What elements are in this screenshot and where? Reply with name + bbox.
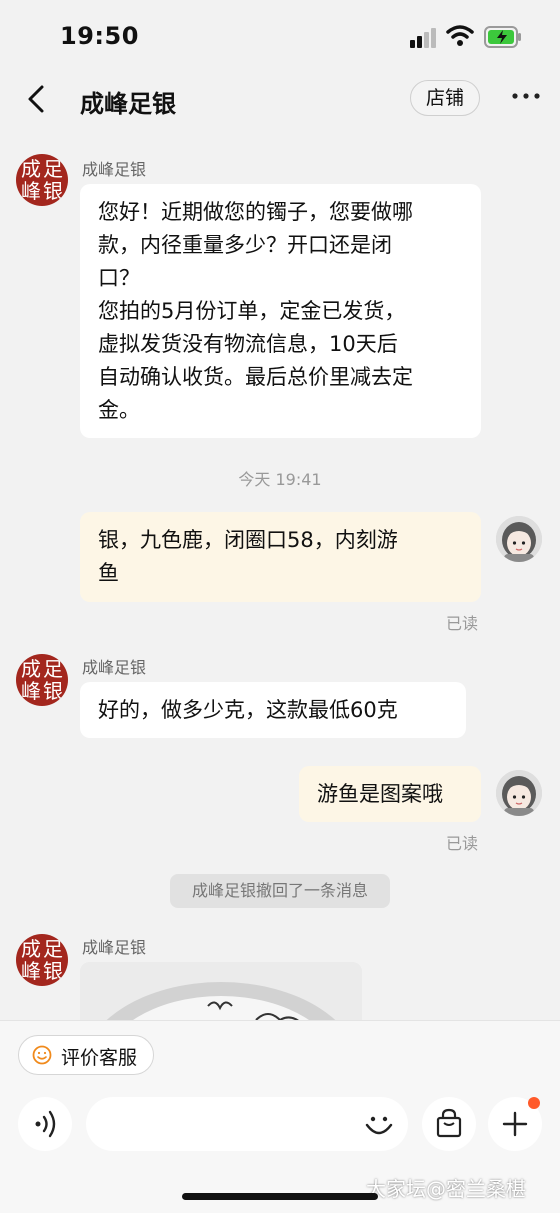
my-message-bubble[interactable]: 游鱼是图案哦 — [299, 766, 481, 822]
watermark: 大家坛@密兰桑椹 — [366, 1177, 526, 1201]
message-input[interactable] — [86, 1097, 408, 1151]
emoji-icon[interactable] — [362, 1107, 396, 1141]
bottom-bar: 评价客服 大家坛@密兰桑椹 — [0, 1020, 560, 1213]
shop-avatar[interactable]: 成 足 峰 银 — [16, 654, 68, 706]
shopping-bag-button[interactable] — [422, 1097, 476, 1151]
voice-button[interactable] — [18, 1097, 72, 1151]
message-line: 金。 — [98, 398, 140, 422]
smile-icon — [32, 1045, 52, 1065]
message-bubble[interactable]: 您好！近期做您的镯子，您要做哪 款，内径重量多少？开口还是闭 口？ 您拍的5月份… — [80, 184, 481, 438]
message-line: 口？ — [98, 266, 140, 290]
wifi-icon — [446, 25, 474, 46]
back-icon[interactable] — [22, 82, 50, 116]
nav-bar: 成峰足银 店铺 — [0, 70, 560, 130]
message-line: 鱼 — [98, 561, 119, 585]
timestamp: 今天 19:41 — [238, 470, 322, 489]
voice-icon — [35, 1110, 56, 1138]
message-line: 自动确认收货。最后总价里减去定 — [98, 365, 413, 389]
store-button[interactable]: 店铺 — [410, 80, 480, 116]
message-line: 您好！近期做您的镯子，您要做哪 — [98, 200, 413, 224]
product-image[interactable] — [80, 962, 362, 1020]
message-line: 您拍的5月份订单，定金已发货， — [98, 299, 406, 323]
message-line: 虚拟发货没有物流信息，10天后 — [98, 332, 398, 356]
user-avatar[interactable] — [496, 770, 542, 816]
read-status: 已读 — [446, 614, 479, 633]
message-line: 款，内径重量多少？开口还是闭 — [98, 233, 392, 257]
chat-area[interactable]: 成 足 峰 银 成峰足银 您好！近期做您的镯子，您要做哪 款，内径重量多少？开口… — [0, 130, 560, 1020]
my-message-bubble[interactable]: 银，九色鹿，闭圈口58，内刻游 鱼 — [80, 512, 481, 602]
message-line: 游鱼是图案哦 — [317, 782, 443, 806]
rate-service-label: 评价客服 — [61, 1047, 138, 1069]
signal-icon — [410, 28, 436, 48]
rate-service-button[interactable]: 评价客服 — [18, 1035, 154, 1075]
recall-notice: 成峰足银撤回了一条消息 — [170, 874, 390, 908]
product-photo-image — [80, 962, 362, 1020]
message-line: 好的，做多少克，这款最低60克 — [98, 698, 398, 722]
shop-avatar[interactable]: 成 足 峰 银 — [16, 934, 68, 986]
user-avatar[interactable] — [496, 516, 542, 562]
message-line: 银，九色鹿，闭圈口58，内刻游 — [98, 528, 398, 552]
sender-name: 成峰足银 — [82, 658, 147, 677]
status-time: 19:50 — [60, 22, 139, 50]
more-icon[interactable] — [510, 84, 542, 108]
status-bar: 19:50 — [0, 0, 560, 70]
message-bubble[interactable]: 好的，做多少克，这款最低60克 — [80, 682, 466, 738]
shop-avatar[interactable]: 成 足 峰 银 — [16, 154, 68, 206]
notification-dot — [528, 1097, 540, 1109]
home-indicator[interactable] — [182, 1193, 378, 1200]
read-status: 已读 — [446, 834, 479, 853]
battery-charging-icon — [484, 26, 521, 48]
chat-title: 成峰足银 — [80, 90, 176, 118]
shopping-bag-icon — [436, 1108, 462, 1138]
sender-name: 成峰足银 — [82, 938, 147, 957]
sender-name: 成峰足银 — [82, 160, 147, 179]
